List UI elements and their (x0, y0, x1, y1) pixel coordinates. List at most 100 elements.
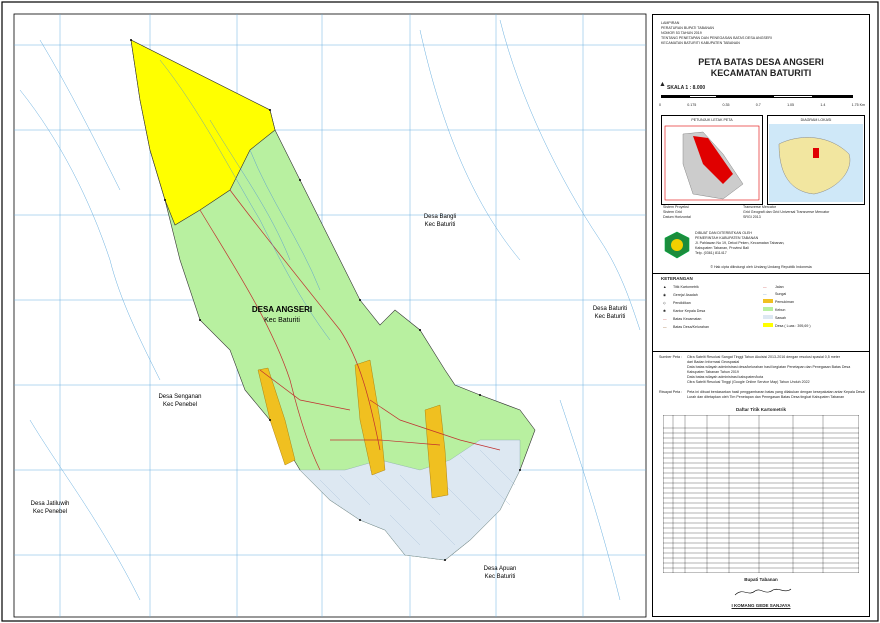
riwayat-line: Lurah dan ditetapkan oleh Tim Penetapan … (687, 395, 845, 399)
riwayat-label: Riwayat Peta : (659, 390, 683, 394)
signature (733, 585, 793, 599)
legend-item: ◇ Pendidikan (663, 301, 709, 306)
village-district: Kec Baturiti (264, 317, 300, 324)
projection-key: Datum Horizontal (663, 215, 691, 219)
legend-item: Desa ( Luas : 395,69 ) (763, 323, 811, 329)
legend-label: Batas Desa/Kelurahan (673, 325, 709, 329)
projection-info: Sistem Proyeksi Transverse Mercator Siste… (663, 205, 863, 220)
map-sheet: Desa Bangli Kec Baturiti Desa Baturiti K… (0, 0, 880, 623)
temple-icon: ◉ (663, 293, 667, 297)
legend-label: Desa ( Luas : 395,69 ) (775, 324, 811, 328)
neighbor-sub-3: Kec Penebel (33, 509, 67, 515)
map-title-line1: PETA BATAS DESA ANGSERI (698, 57, 824, 67)
neighbor-sub-2: Kec Penebel (163, 402, 197, 408)
scale-ticks: 0 0.175 0.35 0.7 1.05 1.4 1.75 Km (659, 103, 865, 107)
legend-right: — Jalan — Sungai Pemukiman Kebun Sawah Des… (763, 285, 811, 329)
scale-tick: 1.05 (787, 103, 795, 107)
inset2-map (769, 124, 863, 202)
neighbor-sub-1: Kec Baturiti (595, 314, 626, 320)
legend-item: — Batas Kecamatan (663, 317, 709, 322)
village-line-icon: — (663, 325, 667, 329)
scale-seg (689, 95, 717, 98)
scale-bar (661, 95, 861, 103)
inset1-map (663, 124, 761, 202)
legend-label: Pendidikan (673, 301, 691, 305)
copyright: © Hak cipta dilindungi oleh Undang Undan… (710, 265, 812, 269)
publisher-block: DIBUAT DAN DITERBITKAN OLEH PEMERINTAH K… (695, 231, 784, 256)
map-title-line2: KECAMATAN BATURITI (710, 68, 812, 78)
lampiran-block: LAMPIRAN PERATURAN BUPATI TABANAN NOMOR … (661, 21, 772, 46)
sumber-label: Sumber Peta : (659, 355, 682, 359)
legend-label: Batas Kecamatan (673, 317, 702, 321)
table-title: Daftar Titik Kartometrik (736, 407, 786, 412)
legend-title: KETERANGAN (661, 276, 693, 281)
legend-item: Kebun (763, 307, 811, 313)
legend-item: ▲ Titik Kartometrik (663, 285, 709, 290)
legend-item: Sawah (763, 315, 811, 321)
legend-label: Kantor Kepala Desa (673, 309, 706, 313)
sumber-block: Citra Satelit Resolusi Sangat Tinggi Tah… (687, 355, 867, 385)
sign-name: I KOMANG GEDE SANJAYA (731, 603, 791, 608)
lampiran-line: KECAMATAN BATURITI KABUPATEN TABANAN (661, 41, 740, 45)
legend-left: ▲ Titik Kartometrik ◉ Gereja/ Asadah ◇ Pend… (663, 285, 709, 330)
neighbor-sub-0: Kec Baturiti (425, 222, 456, 228)
sign-title: Bupati Tabanan (744, 577, 778, 582)
neighbor-sub-4: Kec Baturiti (485, 574, 516, 580)
legend-label: Sawah (775, 316, 786, 320)
neighbor-label-3: Desa Jatiluwih (31, 501, 70, 507)
settlement-swatch (763, 299, 773, 303)
sumber-line: Citra Satelit Resolusi Tinggi (Google On… (687, 380, 810, 384)
river-line-icon: — (763, 292, 767, 296)
inset-location-guide: PETUNJUK LETAK PETA (661, 115, 763, 205)
legend-item: ✱ Kantor Kepala Desa (663, 309, 709, 314)
neighbor-label-2: Desa Senganan (158, 394, 201, 400)
projection-value: SRGI 2013 (743, 215, 761, 219)
legend-label: Pemukiman (775, 300, 794, 304)
legend-item: ◉ Gereja/ Asadah (663, 293, 709, 298)
legend-item: Pemukiman (763, 299, 811, 305)
inset1-title: PETUNJUK LETAK PETA (691, 118, 733, 122)
legend-label: Jalan (775, 285, 784, 289)
scale-tick: 1.75 Km (851, 103, 865, 107)
scale-tick: 1.4 (820, 103, 826, 107)
scale-tick: 0.7 (755, 103, 761, 107)
village-name: DESA ANGSERI (252, 305, 312, 314)
scale-tick: 0 (659, 103, 661, 107)
paddy-swatch (763, 315, 773, 319)
district-line-icon: — (663, 317, 667, 321)
legend-label: Kebun (775, 308, 786, 312)
school-icon: ◇ (663, 301, 666, 305)
regency-logo-icon (663, 231, 691, 259)
legend-item: — Jalan (763, 285, 811, 290)
riwayat-block: Peta ini dibuat berdasarkan hasil pengga… (687, 390, 867, 400)
village-swatch (763, 323, 773, 327)
kartometrik-table (663, 415, 859, 573)
plantation-swatch (763, 307, 773, 311)
projection-row: Datum Horizontal SRGI 2013 (663, 215, 863, 220)
table-rules (663, 415, 859, 573)
scale-seg (813, 95, 853, 98)
inset-location-diagram: DIAGRAM LOKASI (767, 115, 865, 205)
neighbor-label-0: Desa Bangli (424, 214, 456, 220)
scale-text: SKALA 1 : 8.000 (667, 85, 706, 91)
legend-label: Sungai (775, 292, 787, 296)
publisher-line: Telp. (0361) 811417 (695, 251, 727, 255)
scale-seg (717, 95, 773, 98)
legend-panel: LAMPIRAN PERATURAN BUPATI TABANAN NOMOR … (652, 14, 870, 617)
neighbor-label-4: Desa Apuan (484, 566, 517, 572)
office-icon: ✱ (663, 309, 667, 313)
scale-seg (661, 95, 689, 98)
north-arrow-icon: ▲ (659, 81, 666, 88)
legend-label: Titik Kartometrik (673, 285, 699, 289)
map-title: PETA BATAS DESA ANGSERI KECAMATAN BATURI… (653, 57, 869, 79)
inset2-title: DIAGRAM LOKASI (800, 118, 832, 122)
legend-label: Gereja/ Asadah (673, 293, 698, 297)
point-icon: ▲ (663, 285, 667, 289)
legend-item: — Sungai (763, 292, 811, 297)
scale-tick: 0.35 (722, 103, 730, 107)
legend-item: — Batas Desa/Kelurahan (663, 325, 709, 330)
neighbor-label-1: Desa Baturiti (593, 306, 627, 312)
scale-seg (773, 95, 813, 98)
scale-tick: 0.175 (687, 103, 697, 107)
road-line-icon: — (763, 285, 767, 289)
